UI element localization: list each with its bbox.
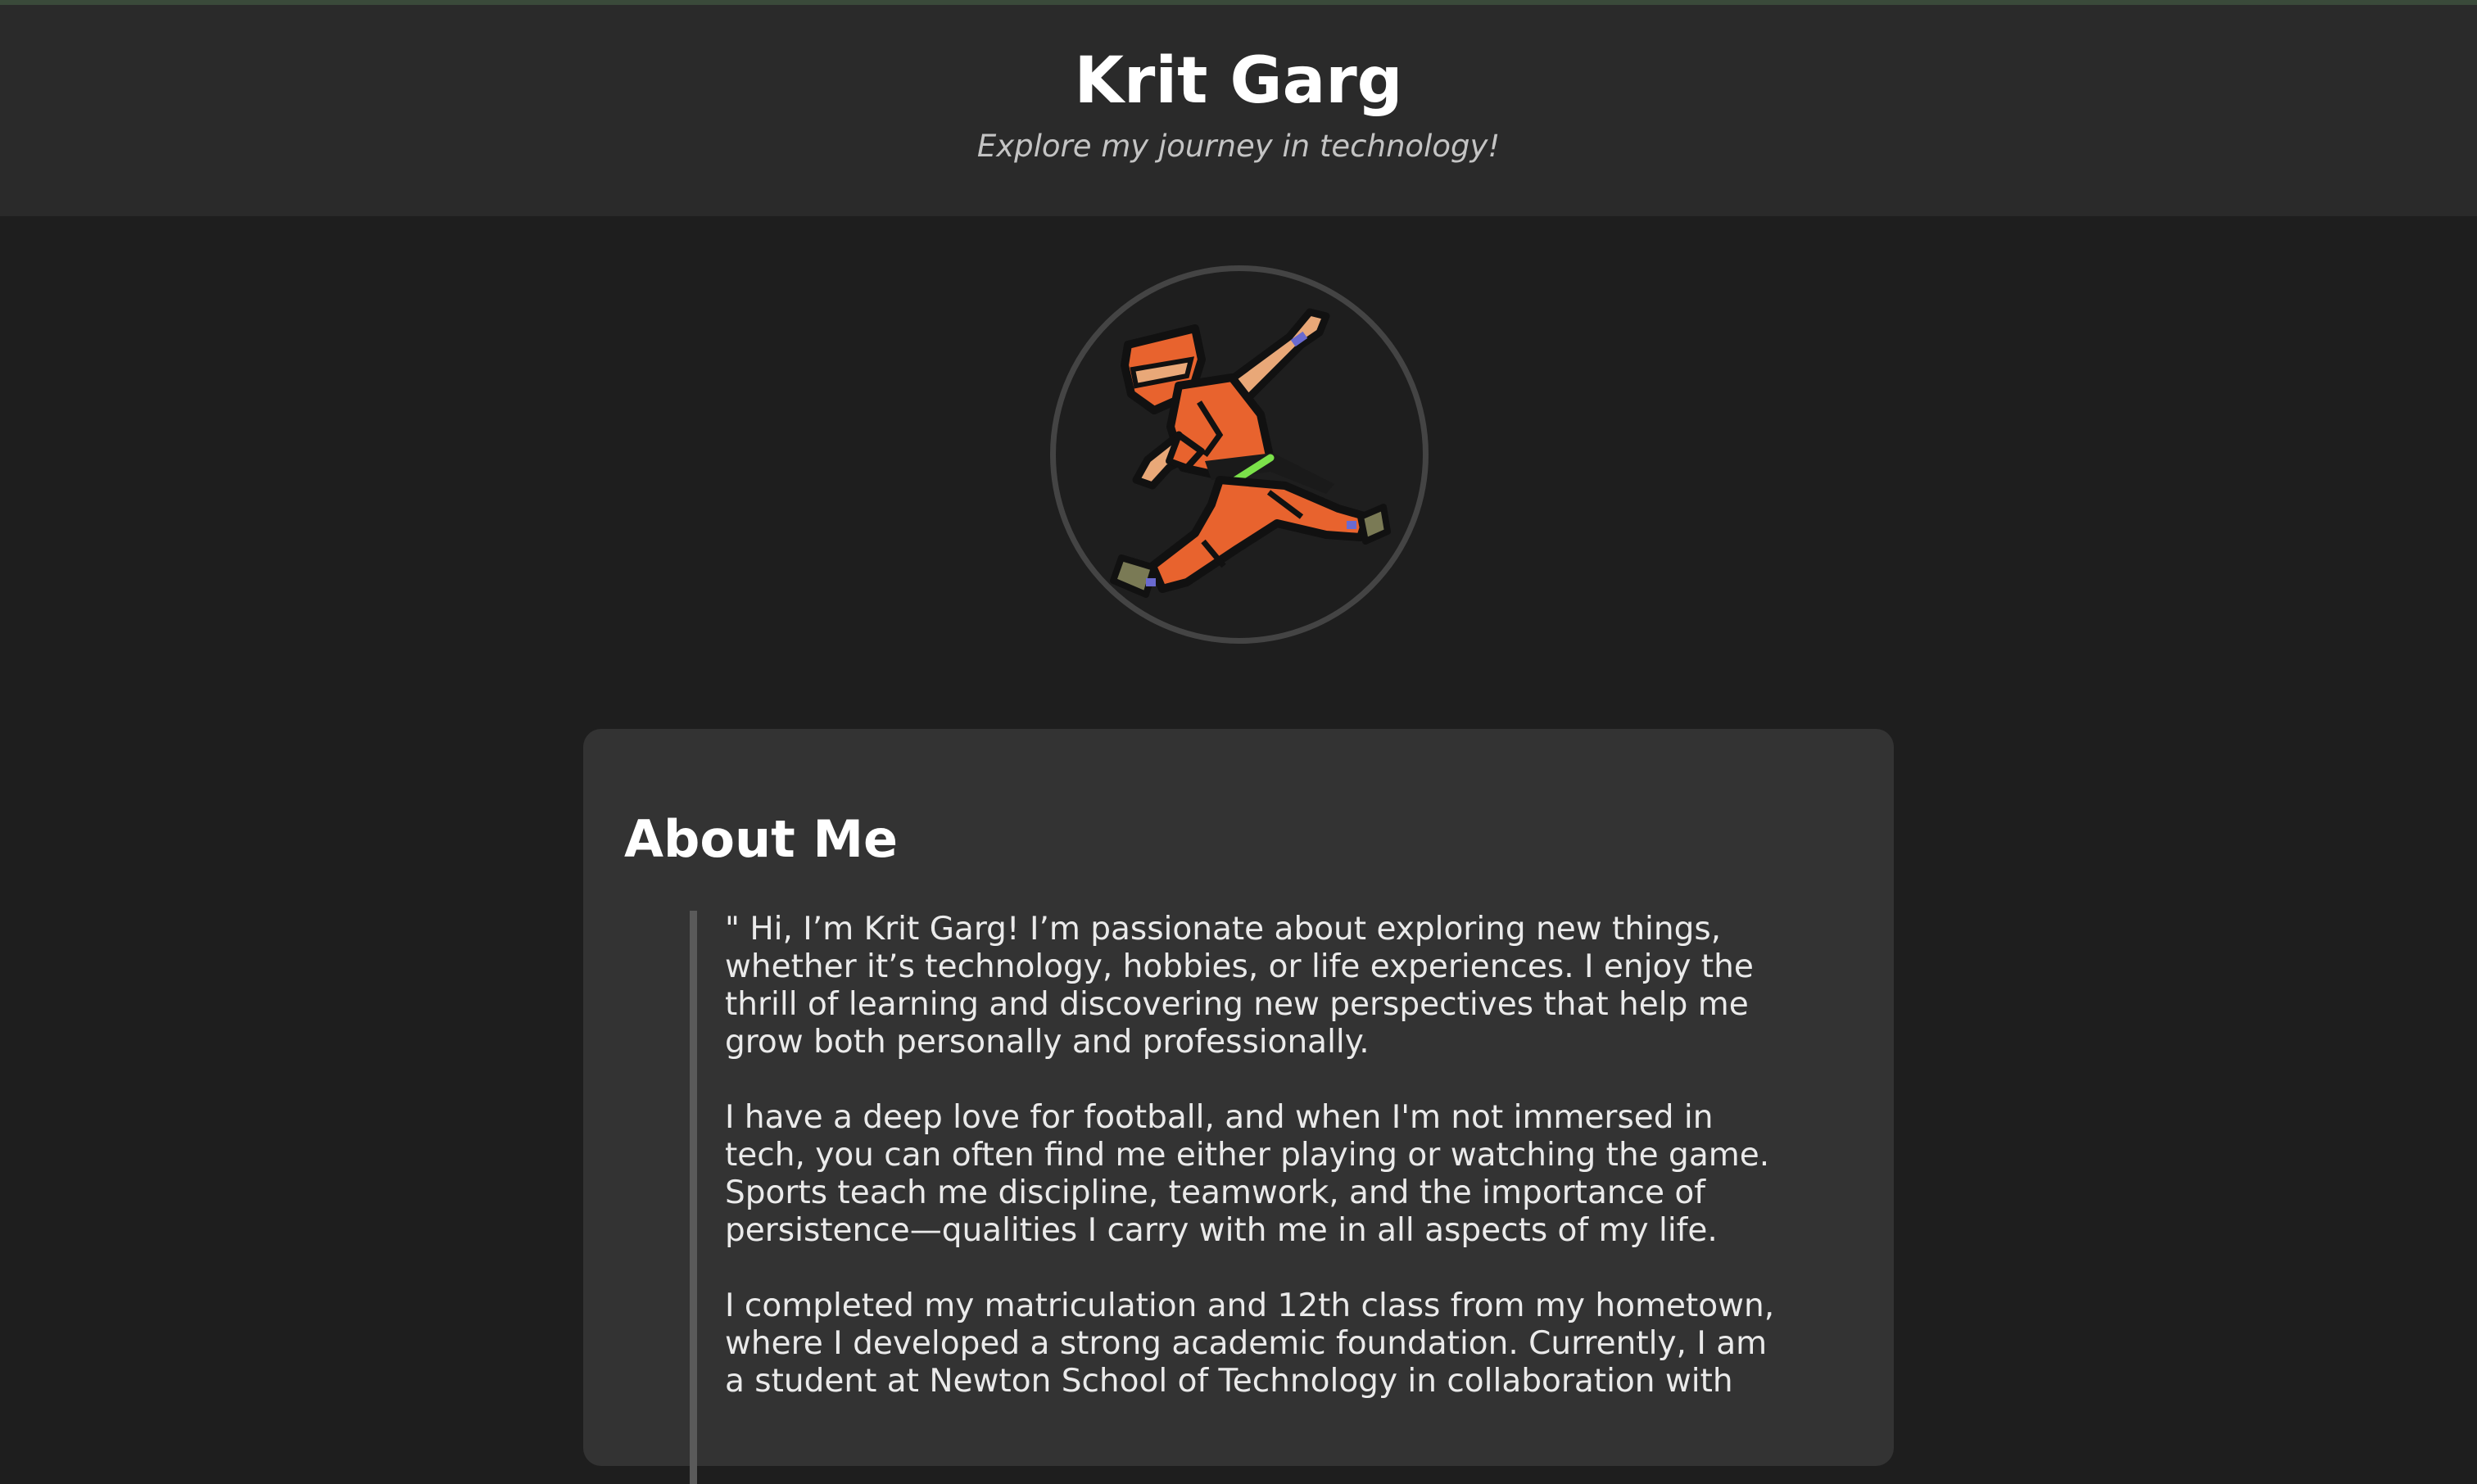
about-card: About Me " Hi, I’m Krit Garg! I’m passio… [583, 729, 1894, 1484]
about-paragraph: I have a deep love for football, and whe… [725, 1099, 1770, 1249]
about-paragraph: " Hi, I’m Krit Garg! I’m passionate abou… [725, 911, 1754, 1061]
about-quote: " Hi, I’m Krit Garg! I’m passionate abou… [690, 911, 1782, 1484]
about-paragraph: I completed my matriculation and 12th cl… [725, 1287, 1775, 1400]
site-tagline: Explore my journey in technology! [976, 129, 1501, 164]
avatar [1050, 265, 1429, 644]
site-header: Krit Garg Explore my journey in technolo… [0, 5, 2477, 216]
about-heading: About Me [624, 809, 899, 869]
ninja-avatar-icon [1110, 308, 1391, 598]
site-title: Krit Garg [1074, 44, 1403, 118]
